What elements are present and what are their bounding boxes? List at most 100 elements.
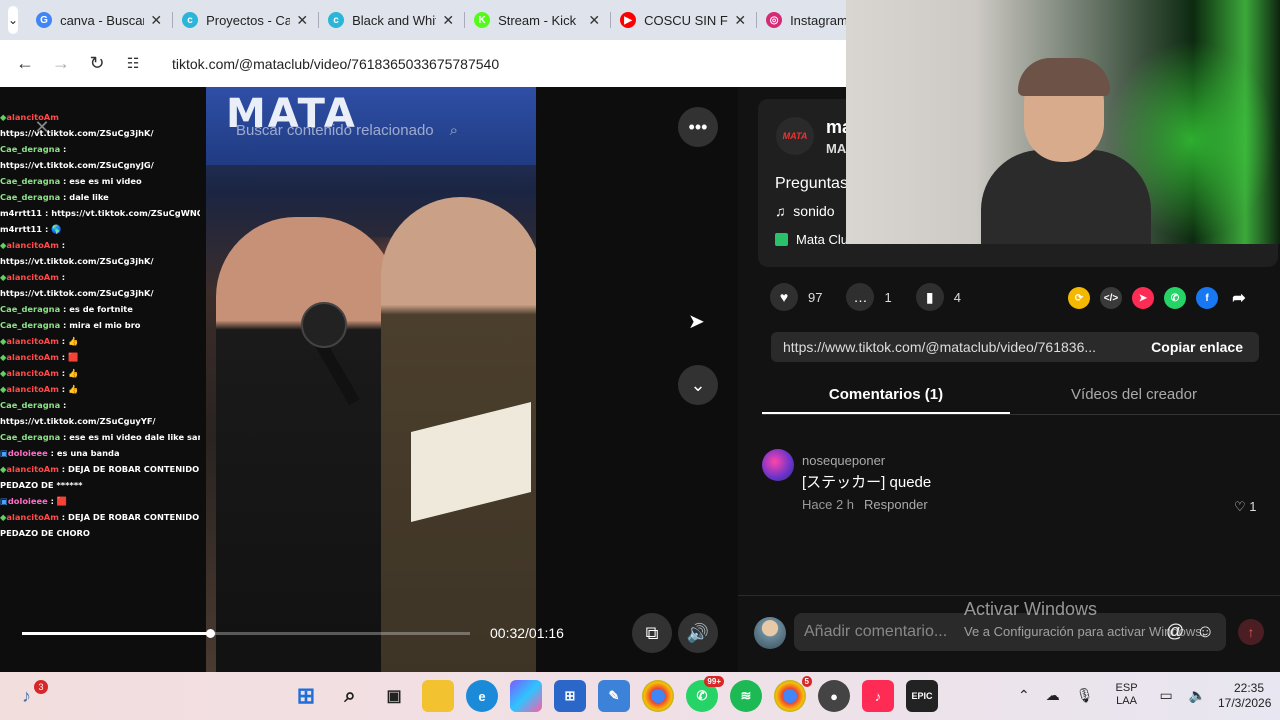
comment-button[interactable]: … 1	[846, 283, 892, 311]
chevron-up-icon[interactable]: ⌃	[1018, 687, 1030, 704]
chat-message: m4rrtt11 : 🌎	[0, 221, 200, 237]
chevron-down-icon[interactable]: ⌄	[678, 365, 718, 405]
tab-close-icon[interactable]: ✕	[734, 12, 746, 29]
back-icon[interactable]: ←	[14, 53, 36, 75]
whatsapp-app-icon[interactable]: ✆ 99+	[686, 676, 724, 712]
chat-username[interactable]: Cae_deragna	[0, 432, 60, 442]
language-indicator[interactable]: ESP LAA	[1116, 682, 1138, 708]
close-icon[interactable]: ✕	[30, 115, 54, 139]
chat-username[interactable]: Cae_deragna	[0, 400, 60, 410]
display-icon[interactable]: ▭	[1160, 687, 1173, 704]
chat-username[interactable]: doloieee	[8, 496, 48, 506]
search-icon[interactable]: ⌕	[450, 122, 458, 139]
chat-text: PEDAZO DE ******	[0, 480, 83, 490]
microphone-icon[interactable]: 🎙	[1076, 687, 1094, 704]
reload-icon[interactable]: ↻	[86, 53, 108, 75]
chat-username[interactable]: alancitoAm	[6, 464, 58, 474]
save-button[interactable]: ▮ 4	[915, 283, 961, 311]
creator-nickname: MA	[826, 141, 847, 156]
chat-username[interactable]: alancitoAm	[6, 336, 58, 346]
video-mic	[301, 302, 347, 348]
tab-comments[interactable]: Comentarios (1)	[762, 377, 1010, 414]
chat-message: Cae_deragna : mira el mio bro	[0, 317, 200, 333]
speaker-icon[interactable]: 🔈	[1189, 687, 1206, 704]
browser-tab[interactable]: ▶ COSCU SIN FILTRO ✕	[610, 0, 756, 40]
share-icon[interactable]: ➦	[1228, 287, 1250, 309]
chat-username[interactable]: alancitoAm	[6, 512, 58, 522]
chat-username[interactable]: alancitoAm	[6, 368, 58, 378]
chat-username[interactable]: alancitoAm	[6, 272, 58, 282]
widgets-icon[interactable]: ♪	[22, 686, 31, 707]
microsoft365-icon[interactable]	[510, 680, 542, 712]
creator-avatar[interactable]: MATA	[776, 117, 814, 155]
chat-username[interactable]: Cae_deragna	[0, 320, 60, 330]
send-comment-icon[interactable]: ↑	[1238, 619, 1264, 645]
more-options-icon[interactable]: •••	[678, 107, 718, 147]
chat-username[interactable]: Cae_deragna	[0, 192, 60, 202]
comment-like-button[interactable]: ♡ 1	[1234, 499, 1257, 515]
browser-tab[interactable]: c Proyectos - Canva ✕	[172, 0, 318, 40]
reply-button[interactable]: Responder	[864, 497, 928, 512]
spotify-icon[interactable]: ≋	[730, 680, 762, 712]
browser-tab[interactable]: Gcanva - Buscar ✕	[26, 0, 172, 40]
related-search[interactable]: Buscar contenido relacionado ⌕	[236, 119, 516, 141]
related-search-placeholder: Buscar contenido relacionado	[236, 121, 434, 139]
obs-icon[interactable]: ●	[818, 680, 850, 712]
embed-icon[interactable]: </>	[1100, 287, 1122, 309]
windows-start-icon[interactable]: ⊞	[290, 680, 322, 712]
search-icon[interactable]: ⌕	[334, 680, 366, 712]
file-explorer-icon[interactable]	[422, 680, 454, 712]
tiktok-app-icon[interactable]: ♪	[862, 680, 894, 712]
tab-close-icon[interactable]: ✕	[296, 12, 308, 29]
tab-favicon-icon: c	[328, 12, 345, 28]
url-field[interactable]: tiktok.com/@mataclub/video/7618365033675…	[172, 56, 499, 72]
commenter-name[interactable]: nosequeponer	[802, 453, 885, 468]
video-player[interactable]: MATA	[206, 87, 536, 672]
tab-close-icon[interactable]: ✕	[442, 12, 454, 29]
chat-username[interactable]: m4rrtt11	[0, 208, 42, 218]
facebook-icon[interactable]: f	[1196, 287, 1218, 309]
chat-username[interactable]: Cae_deragna	[0, 144, 60, 154]
store-icon[interactable]: ⊞	[554, 680, 586, 712]
video-progress-bar[interactable]	[22, 629, 470, 638]
tab-close-icon[interactable]: ✕	[150, 12, 162, 29]
chat-username[interactable]: Cae_deragna	[0, 304, 60, 314]
chrome-icon[interactable]	[642, 680, 674, 712]
post-place[interactable]: Mata Club	[775, 232, 855, 247]
clock[interactable]: 22:35 17/3/2026	[1218, 681, 1271, 711]
task-view-icon[interactable]: ▣	[378, 680, 410, 712]
volume-icon[interactable]: 🔊	[678, 613, 718, 653]
epic-games-icon[interactable]: EPIC	[906, 680, 938, 712]
outlook-icon[interactable]: ✎	[598, 680, 630, 712]
send-icon[interactable]: ➤	[1132, 287, 1154, 309]
browser-tab[interactable]: K Stream - Kick ✕	[464, 0, 610, 40]
chat-username[interactable]: alancitoAm	[6, 352, 58, 362]
chat-text: https://vt.tiktok.com/ZSuCg3jhK/	[0, 256, 154, 266]
chat-username[interactable]: m4rrtt11	[0, 224, 42, 234]
chat-username[interactable]: alancitoAm	[6, 240, 58, 250]
site-info-icon[interactable]: ☷	[122, 53, 144, 75]
chat-username[interactable]: doloieee	[8, 448, 48, 458]
chat-badge-icon: ▣	[0, 496, 8, 506]
network-tray-icon[interactable]: ☁	[1046, 687, 1060, 704]
repost-icon[interactable]: ⟳	[1068, 287, 1090, 309]
commenter-avatar[interactable]	[762, 449, 794, 481]
chrome-active-icon[interactable]: 5	[774, 676, 812, 712]
chat-message: ◆alancitoAm : 👍	[0, 365, 200, 381]
edge-icon[interactable]: e	[466, 680, 498, 712]
chat-username[interactable]: alancitoAm	[6, 384, 58, 394]
system-tray: ⌃ ☁ 🎙 ESP LAA ▭ 🔈	[1010, 682, 1214, 708]
tab-close-icon[interactable]: ✕	[588, 12, 600, 29]
windows-taskbar: ♪ 3 ⊞ ⌕ ▣ e ⊞ ✎ ✆ 99+ ≋ 5 ● ♪ EPIC ⌃ ☁ 🎙 …	[0, 672, 1280, 720]
like-button[interactable]: ♥ 97	[770, 283, 822, 311]
tab-creator-videos[interactable]: Vídeos del creador	[1010, 377, 1258, 414]
tab-search-dropdown[interactable]: ⌄	[8, 6, 19, 34]
whatsapp-icon[interactable]: ✆	[1164, 287, 1186, 309]
forward-icon[interactable]: →	[50, 53, 72, 75]
post-music[interactable]: ♫ sonido	[775, 203, 835, 219]
copy-link-button[interactable]: Copiar enlace	[1135, 339, 1259, 355]
chat-username[interactable]: Cae_deragna	[0, 176, 60, 186]
share-link[interactable]: https://www.tiktok.com/@mataclub/video/7…	[771, 339, 1135, 355]
browser-tab[interactable]: c Black and White ✕	[318, 0, 464, 40]
pip-icon[interactable]: ⧉	[632, 613, 672, 653]
